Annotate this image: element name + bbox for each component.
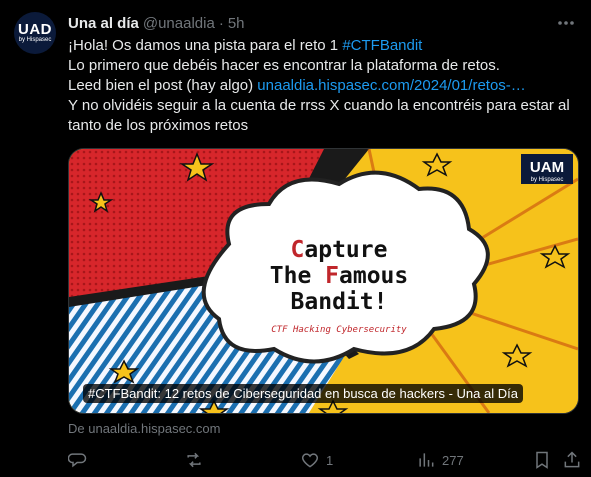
text-line: ¡Hola! Os damos una pista para el reto 1	[68, 37, 343, 54]
display-name[interactable]: Una al día	[68, 15, 139, 32]
text-line: Y no olvidéis seguir a la cuenta de rrss…	[68, 97, 570, 114]
share-button[interactable]	[562, 450, 582, 470]
more-icon	[558, 21, 574, 25]
card-tagline: CTF Hacking Cybersecurity	[271, 325, 407, 335]
views-button[interactable]: 277	[416, 450, 464, 470]
text-line: tanto de los próximos retos	[68, 117, 249, 134]
card-image: Capture The Famous Bandit! CTF Hacking C…	[69, 149, 578, 413]
share-icon	[564, 451, 580, 468]
like-button[interactable]: 1	[300, 450, 333, 470]
repost-button[interactable]	[184, 450, 210, 470]
card-title[interactable]: #CTFBandit: 12 retos de Ciberseguridad e…	[83, 384, 523, 403]
like-count: 1	[326, 452, 334, 468]
card-logo-sub: by Hispasec	[531, 177, 564, 183]
avatar-sub: by Hispasec	[18, 37, 52, 43]
svg-text:Bandit!: Bandit!	[291, 289, 388, 315]
url-link[interactable]: unaaldia.hispasec.com/2024/01/retos-…	[257, 77, 526, 94]
avatar-logo: UAD	[18, 21, 52, 38]
post-time[interactable]: 5h	[228, 15, 245, 32]
bookmark-button[interactable]	[532, 450, 552, 470]
repost-icon	[187, 452, 201, 468]
views-count: 277	[442, 452, 464, 468]
svg-text:The Famous: The Famous	[270, 263, 409, 289]
views-icon	[419, 453, 434, 467]
action-bar: 1 277	[68, 450, 580, 470]
post-header: Una al día @unaaldia · 5h	[68, 12, 577, 34]
text-line: Lo primero que debéis hacer es encontrar…	[68, 57, 500, 74]
svg-text:Capture: Capture	[291, 237, 388, 263]
card-logo: UAM	[530, 159, 564, 176]
bookmark-icon	[536, 451, 548, 469]
reply-icon	[68, 453, 87, 468]
card-headline-1-rest: apture	[304, 237, 387, 263]
reply-button[interactable]	[68, 450, 94, 470]
hashtag-link[interactable]: #CTFBandit	[342, 37, 422, 54]
separator-dot: ·	[218, 14, 224, 32]
post-text: ¡Hola! Os damos una pista para el reto 1…	[68, 36, 573, 136]
card-source[interactable]: De unaaldia.hispasec.com	[68, 421, 220, 436]
avatar[interactable]: UAD by Hispasec	[14, 12, 56, 54]
more-button[interactable]	[555, 12, 577, 34]
text-line: Leed bien el post (hay algo)	[68, 77, 258, 94]
link-card[interactable]: Capture The Famous Bandit! CTF Hacking C…	[68, 148, 579, 414]
user-handle[interactable]: @unaaldia	[143, 15, 215, 32]
like-icon	[301, 453, 319, 468]
